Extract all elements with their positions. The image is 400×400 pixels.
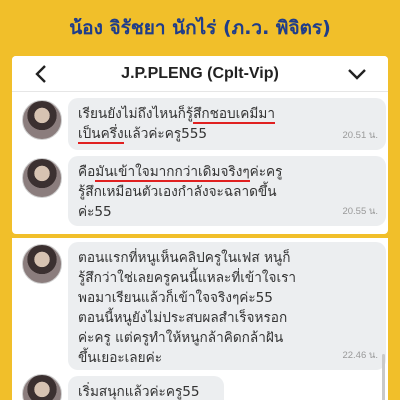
header-banner: น้อง จิรัชยา นักไร่ (ภ.ว. พิจิตร) — [0, 0, 400, 56]
message-time: 22.46 น. — [342, 350, 378, 361]
avatar — [22, 100, 62, 140]
message-line: ค่ะ55 — [78, 204, 112, 220]
message-time: 20.55 น. — [342, 206, 378, 217]
message-line: ตอนนี้หนูยังไม่ประสบผลสำเร็จหรอก — [78, 310, 288, 326]
message-bubble[interactable]: ตอนแรกที่หนูเห็นคลิปครูในเฟส หนูก็ รู้สึ… — [68, 242, 386, 370]
highlighted-text: มันเข้าใจมากกว่าเดิมจริงๆ — [95, 164, 250, 182]
chat-panel-bottom: ตอนแรกที่หนูเห็นคลิปครูในเฟส หนูก็ รู้สึ… — [12, 238, 388, 400]
scrollbar[interactable] — [382, 354, 385, 400]
message-bubble[interactable]: คือมันเข้าใจมากกว่าเดิมจริงๆค่ะครู รู้สึ… — [68, 156, 386, 226]
message-line: ขึ้นเยอะเลยค่ะ — [78, 350, 162, 366]
message-line: เป็นครึ่งแล้วค่ะครู555 — [78, 126, 208, 144]
highlighted-text: สึกชอบเคมีมา — [193, 106, 275, 124]
chat-title: J.P.PLENG (Cplt-Vip) — [121, 64, 279, 82]
chevron-down-icon[interactable] — [346, 64, 368, 84]
message-line: เริ่มสนุกแล้วค่ะครู55 — [78, 384, 200, 400]
avatar — [22, 374, 62, 400]
message-bubble[interactable]: เรียนยังไม่ถึงไหนก็รู้สึกชอบเคมีมา เป็นค… — [68, 98, 386, 150]
message-line: เรียนยังไม่ถึงไหนก็รู้สึกชอบเคมีมา — [78, 106, 275, 124]
message-line: รู้สึกว่าใช่เลยครูคนนี้แหละที่เข้าใจเรา — [78, 270, 297, 286]
message-time: 20.51 น. — [342, 130, 378, 141]
banner-title: น้อง จิรัชยา นักไร่ (ภ.ว. พิจิตร) — [69, 17, 331, 39]
highlighted-text: เป็นครึ่ง — [78, 126, 124, 144]
back-arrow-icon[interactable] — [32, 63, 52, 85]
message-line: ตอนแรกที่หนูเห็นคลิปครูในเฟส หนูก็ — [78, 250, 291, 266]
chat-header: J.P.PLENG (Cplt-Vip) — [12, 56, 388, 92]
message-line: พอมาเรียนแล้วก็เข้าใจจริงๆค่ะ55 — [78, 290, 273, 306]
message-line: ค่ะครู แต่ครูทำให้หนูกล้าคิดกล้าฝัน — [78, 330, 284, 346]
message-line: คือมันเข้าใจมากกว่าเดิมจริงๆค่ะครู — [78, 164, 283, 182]
avatar — [22, 244, 62, 284]
chat-panel-top: J.P.PLENG (Cplt-Vip) เรียนยังไม่ถึงไหนก็… — [12, 56, 388, 234]
message-line: รู้สึกเหมือนตัวเองกำลังจะฉลาดขึ้น — [78, 184, 277, 200]
avatar — [22, 158, 62, 198]
message-bubble[interactable]: เริ่มสนุกแล้วค่ะครู55 — [68, 376, 224, 400]
